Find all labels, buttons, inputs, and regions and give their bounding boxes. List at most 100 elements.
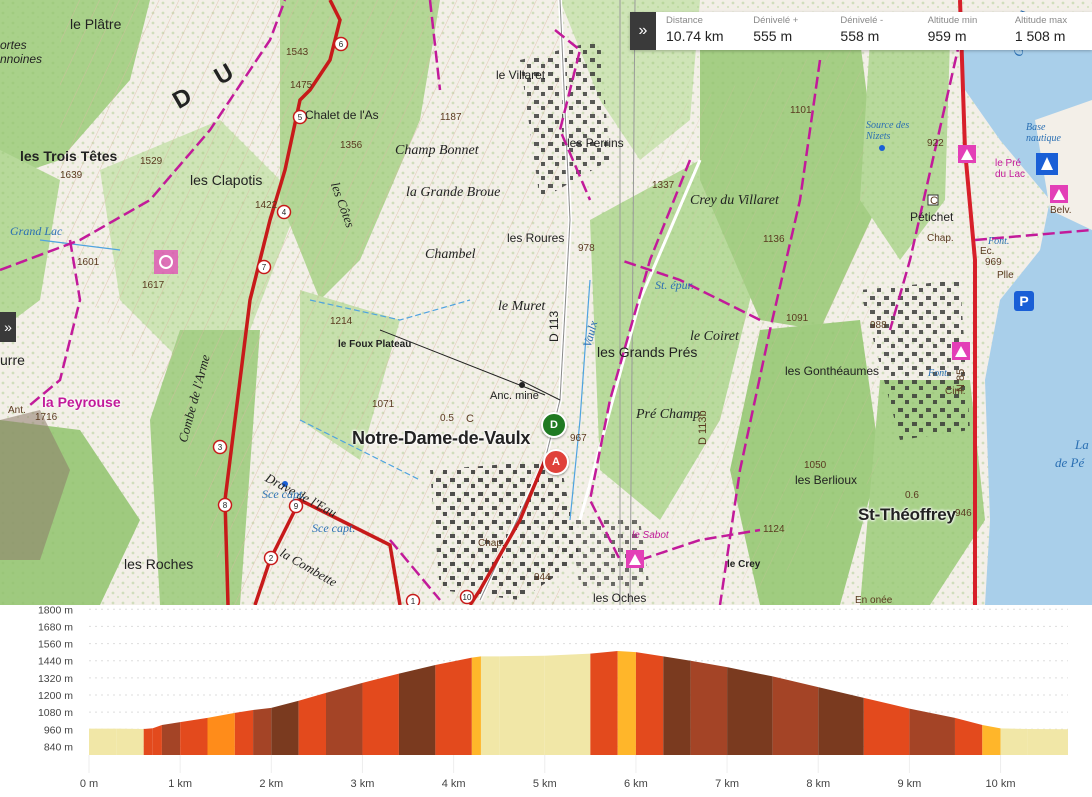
map-label-belv: Belv. [1050,205,1072,216]
map-label-plle: Plle [997,270,1014,281]
profile-segment [253,707,272,755]
map-label-font-2: Font. [928,368,950,379]
km-marker-label: 10 [463,593,472,602]
x-tick-label: 1 km [168,778,192,790]
map-label-les-roures: les Roures [507,231,565,245]
stat-label: Dénivelé + [753,15,799,26]
map-label-ant: Ant. [8,405,26,416]
stat-altitude-max: Altitude max 1 508 m [1005,12,1092,50]
y-tick-label: 1800 m [38,605,73,616]
altitude-label: 1617 [142,280,165,291]
stat-label: Dénivelé - [840,15,884,26]
y-tick-label: 1560 m [38,639,73,651]
map-label-base-nautique: Base nautique [1026,122,1061,144]
expand-sidebar-button[interactable]: » [0,312,16,342]
stat-value: 555 m [753,28,793,44]
stat-label: Distance [666,15,703,26]
map-label-de-pe: de Pé [1055,455,1085,470]
mine-icon [519,382,525,388]
stat-altitude-min: Altitude min 959 m [918,12,1005,50]
map-label-sce-capt: Sce capt. [262,487,306,501]
altitude-label: 1050 [804,460,827,471]
altitude-label: 1101 [790,105,812,116]
profile-segment [271,700,299,755]
map-label-les-gontheaumes: les Gonthéaumes [785,364,880,378]
map-label-chalet: Chalet de l'As [305,108,379,122]
profile-segment [398,665,436,755]
altitude-label: 1187 [440,112,462,123]
altitude-label: 1543 [286,47,309,58]
map-label-ec: Ec. [980,246,995,257]
campsite-icon [626,550,644,568]
profile-segment [617,651,636,755]
elevation-profile[interactable]: 840 m 960 m 1080 m 1200 m 1320 m 1440 m 1560 m… [0,605,1092,797]
km-marker-label: 5 [298,113,303,122]
altitude-label: 0.6 [905,490,919,501]
map-label-les-berlioux: les Berlioux [795,473,858,487]
profile-segment [663,656,691,755]
map-label-portes: ortes [0,38,27,52]
map-label-chape: Chap. [478,538,505,549]
map-label-urre: urre [0,352,25,368]
y-tick-label: 1440 m [38,656,73,668]
map-label-crey-villaret: Crey du Villaret [690,193,779,208]
profile-segment [234,710,254,755]
parking-icon[interactable]: P [1014,291,1034,311]
map-label-la: La [1075,437,1089,452]
km-marker-label: 1 [411,597,416,605]
profile-segment [298,692,327,755]
altitude-label: 1716 [35,412,58,423]
profile-segment [116,728,144,755]
x-tick-label: 9 km [897,778,921,790]
map-label-source-nizets: Source des Nizets [866,120,910,142]
profile-segment [480,656,500,755]
profile-segment [499,655,545,755]
campsite-icon [1050,185,1068,203]
map-label-les-oches: les Oches [593,591,647,605]
x-tick-label: 10 km [986,778,1016,790]
profile-segment [1027,729,1068,755]
profile-segment [909,708,955,755]
y-tick-label: 1320 m [38,673,73,685]
altitude-label: 1356 [340,140,363,151]
stat-value: 959 m [927,28,967,44]
sailing-icon [1036,153,1058,175]
route-start-marker[interactable]: A [543,449,569,475]
profile-segment [152,725,162,755]
profile-segment [161,722,181,755]
map-label-c-2: C [930,195,938,207]
map-label-chambel: Chambel [425,247,476,262]
route-end-marker[interactable]: D [541,412,567,438]
profile-segment [635,652,664,755]
y-tick-label: 1080 m [38,707,73,719]
map-label-en-onee: En onée [855,595,893,605]
map-view[interactable]: 1 2 3 4 5 6 7 8 9 10 le Plâtre D U ortes… [0,0,1092,605]
y-tick-label: 840 m [44,741,73,753]
map-label-le-muret: le Muret [498,299,546,314]
map-label-les-grands-pres: les Grands Prés [597,344,698,360]
altitude-label: 1136 [763,234,785,245]
map-label-le-pre-du-lac: le Pré du Lac [995,158,1026,180]
map-label-anc-mine: Anc. mine [490,390,539,402]
x-tick-label: 4 km [442,778,466,790]
profile-segment [954,717,983,755]
stat-elevation-gain: Dénivelé + 555 m [743,12,830,50]
map-label-la-peyrouse: la Peyrouse [42,394,121,410]
km-marker-label: 7 [262,263,267,272]
profile-segment [180,717,208,755]
map-label-le-sabot: le Sabot [632,530,669,541]
map-label-le-villaret: le Villaret [496,68,546,82]
profile-segment [772,676,819,755]
map-label-le-platre: le Plâtre [70,16,122,32]
altitude-label: 1214 [330,316,353,327]
y-tick-label: 1200 m [38,690,73,702]
x-tick-label: 6 km [624,778,648,790]
map-label-c-1: C [466,413,474,425]
altitude-label: 1422 [255,200,278,211]
profile-segment [143,728,153,755]
map-label-clapotis: les Clapotis [190,172,263,188]
y-tick-label: 960 m [44,724,73,736]
collapse-stats-button[interactable]: » [630,12,656,50]
elevation-chart[interactable]: 840 m 960 m 1080 m 1200 m 1320 m 1440 m 1560 m… [0,605,1092,797]
profile-segment [362,673,399,755]
